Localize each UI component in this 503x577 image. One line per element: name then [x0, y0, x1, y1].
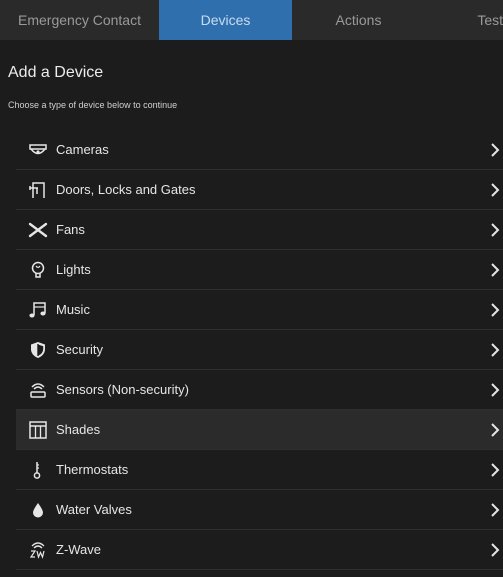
device-label: Lights — [56, 262, 91, 277]
device-row-lights[interactable]: Lights — [16, 250, 503, 290]
fan-icon — [28, 220, 48, 240]
lightbulb-icon — [28, 260, 48, 280]
sensor-icon — [28, 380, 48, 400]
device-label: Fans — [56, 222, 85, 237]
chevron-right-icon — [491, 463, 500, 477]
add-device-screen: Emergency Contact Devices Actions Test A… — [0, 0, 503, 577]
chevron-right-icon — [491, 343, 500, 357]
thermometer-icon — [28, 460, 48, 480]
chevron-right-icon — [491, 543, 500, 557]
device-label: Thermostats — [56, 462, 129, 477]
chevron-right-icon — [491, 303, 500, 317]
device-label: Sensors (Non-security) — [56, 382, 189, 397]
device-row-fans[interactable]: Fans — [16, 210, 503, 250]
camera-icon — [28, 140, 48, 160]
door-lock-icon — [28, 180, 48, 200]
shades-icon — [28, 420, 48, 440]
page-subtitle: Choose a type of device below to continu… — [8, 100, 178, 110]
chevron-right-icon — [491, 423, 500, 437]
device-label: Z-Wave — [56, 542, 102, 557]
device-row-thermostats[interactable]: Thermostats — [16, 450, 503, 490]
device-row-doors-locks-gates[interactable]: Doors, Locks and Gates — [16, 170, 503, 210]
tab-devices[interactable]: Devices — [159, 0, 292, 40]
device-row-water-valves[interactable]: Water Valves — [16, 490, 503, 530]
device-row-cameras[interactable]: Cameras — [16, 130, 503, 170]
tab-emergency-contact[interactable]: Emergency Contact — [0, 0, 159, 40]
tab-bar: Emergency Contact Devices Actions Test — [0, 0, 503, 40]
tab-test[interactable]: Test — [425, 0, 503, 40]
chevron-right-icon — [491, 503, 500, 517]
device-row-sensors[interactable]: Sensors (Non-security) — [16, 370, 503, 410]
page-title: Add a Device — [8, 64, 104, 81]
device-row-security[interactable]: Security — [16, 330, 503, 370]
device-label: Cameras — [56, 142, 109, 157]
device-row-shades[interactable]: Shades — [16, 410, 503, 450]
device-row-music[interactable]: Music — [16, 290, 503, 330]
device-label: Music — [56, 302, 90, 317]
device-row-zwave[interactable]: Z-Wave — [16, 530, 503, 570]
device-label: Security — [56, 342, 103, 357]
tab-actions[interactable]: Actions — [292, 0, 425, 40]
chevron-right-icon — [491, 183, 500, 197]
device-type-list: Cameras Doors, Locks and Gates Fans Ligh… — [16, 130, 503, 570]
music-note-icon — [28, 300, 48, 320]
water-drop-icon — [28, 500, 48, 520]
device-label: Doors, Locks and Gates — [56, 182, 196, 197]
chevron-right-icon — [491, 143, 500, 157]
chevron-right-icon — [491, 263, 500, 277]
chevron-right-icon — [491, 223, 500, 237]
shield-icon — [28, 340, 48, 360]
zwave-icon — [28, 540, 48, 560]
device-label: Shades — [56, 422, 101, 437]
chevron-right-icon — [491, 383, 500, 397]
device-label: Water Valves — [56, 502, 132, 517]
